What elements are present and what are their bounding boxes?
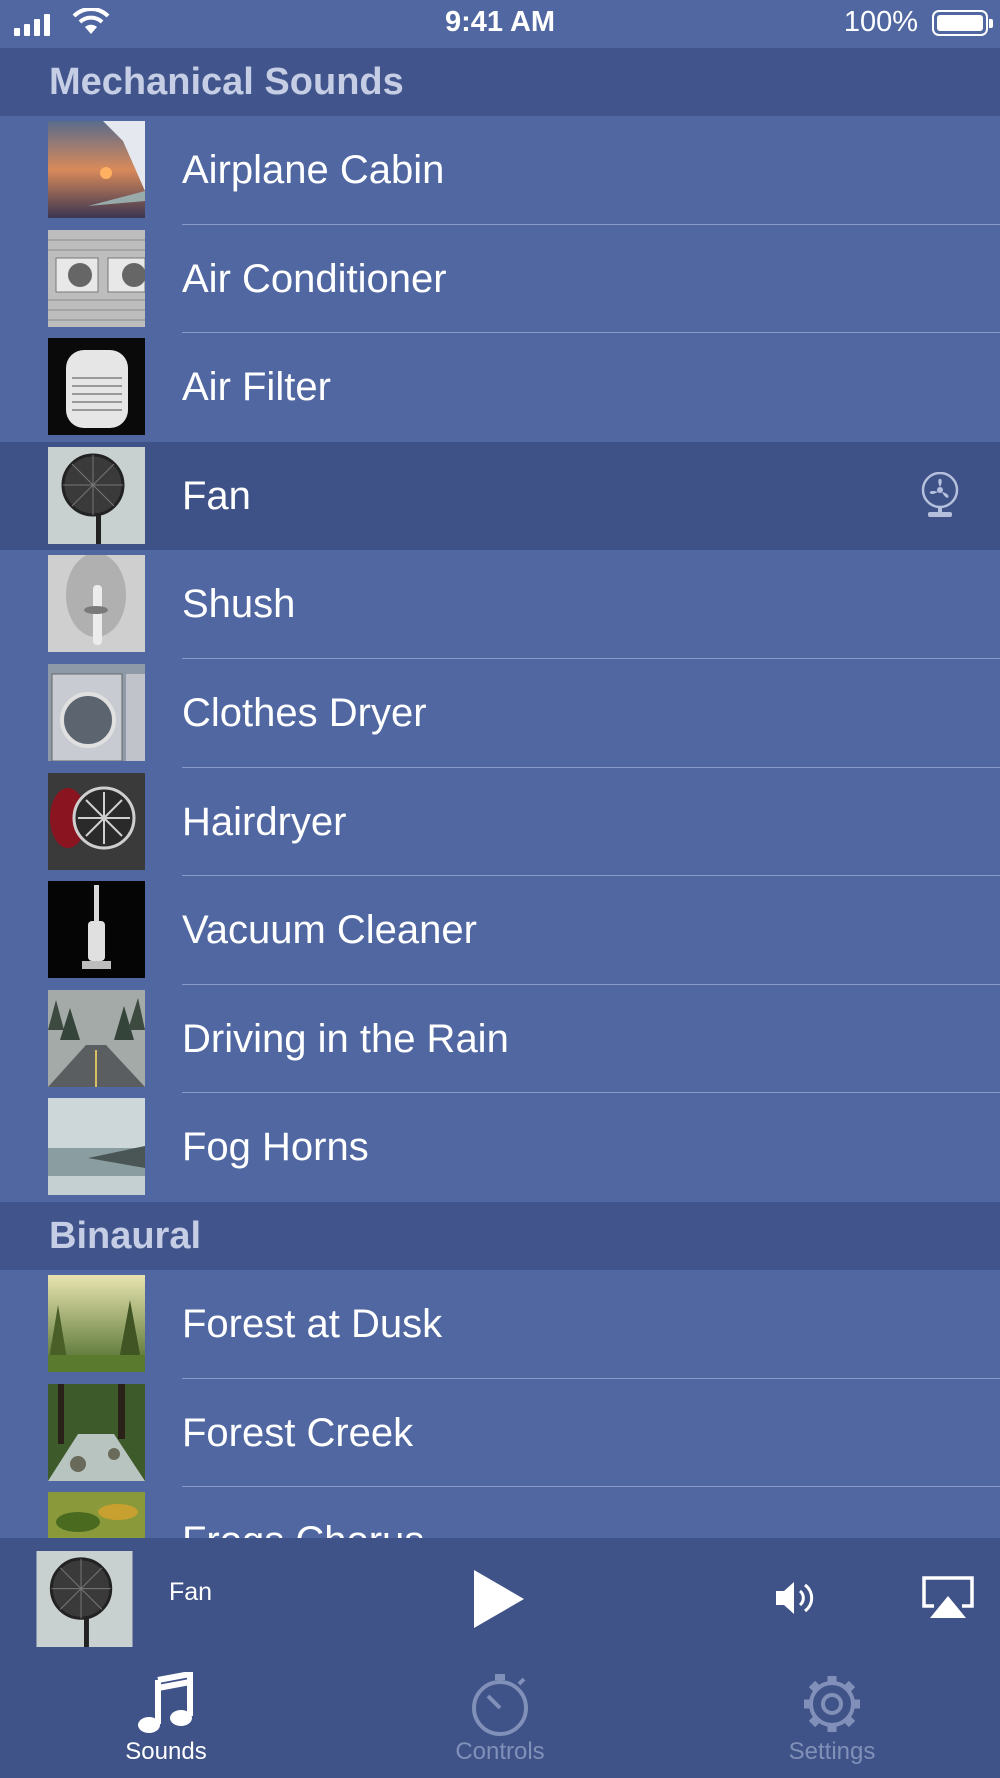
now-playing-title: Fan: [169, 1578, 213, 1606]
driving-in-rain-thumbnail: [48, 989, 145, 1087]
sound-row-vacuum-cleaner[interactable]: Vacuum Cleaner: [0, 876, 1000, 985]
vacuum-cleaner-thumbnail: [48, 881, 145, 979]
sound-label: Frogs Chorus: [182, 1487, 424, 1538]
sound-label: Driving in the Rain: [182, 1016, 509, 1061]
sound-row-frogs-chorus[interactable]: Frogs Chorus: [0, 1487, 1000, 1538]
gear-icon: [804, 1676, 860, 1732]
sound-row-air-filter[interactable]: Air Filter: [0, 333, 1000, 442]
fog-horns-thumbnail: [48, 1098, 145, 1196]
section-header-mechanical: Mechanical Sounds: [0, 48, 1000, 116]
sound-row-air-conditioner[interactable]: Air Conditioner: [0, 225, 1000, 334]
section-header-binaural: Binaural: [0, 1201, 1000, 1270]
fan-thumbnail: [48, 446, 145, 544]
music-note-icon: [138, 1672, 193, 1733]
forest-at-dusk-thumbnail: [48, 1274, 145, 1372]
sound-row-clothes-dryer[interactable]: Clothes Dryer: [0, 659, 1000, 768]
sound-row-driving-in-the-rain[interactable]: Driving in the Rain: [0, 985, 1000, 1094]
sound-label: Air Filter: [182, 365, 331, 410]
sound-row-shush[interactable]: Shush: [0, 550, 1000, 659]
sound-row-airplane-cabin[interactable]: Airplane Cabin: [0, 116, 1000, 225]
sound-label: Vacuum Cleaner: [182, 908, 477, 953]
sound-label: Hairdryer: [182, 799, 347, 844]
volume-button[interactable]: [774, 1578, 820, 1618]
play-button[interactable]: [470, 1568, 526, 1630]
battery-icon: [932, 10, 993, 36]
status-bar: 9:41 AM 100%: [0, 0, 1000, 48]
forest-creek-thumbnail: [48, 1383, 145, 1481]
clothes-dryer-thumbnail: [48, 663, 145, 761]
sound-label: Forest at Dusk: [182, 1301, 443, 1346]
sound-row-fog-horns[interactable]: Fog Horns: [0, 1093, 1000, 1202]
airplane-cabin-thumbnail: [48, 121, 145, 218]
tab-controls[interactable]: Controls: [400, 1658, 600, 1778]
now-playing-bar[interactable]: Fan: [0, 1538, 1000, 1658]
shush-thumbnail: [48, 555, 145, 653]
sound-label: Shush: [182, 582, 296, 627]
sound-row-fan[interactable]: Fan: [0, 441, 1000, 551]
sound-label: Air Conditioner: [182, 256, 447, 301]
tab-sounds[interactable]: Sounds: [66, 1658, 266, 1778]
sound-list[interactable]: Mechanical Sounds Airplane Cabin Air Con…: [0, 48, 1000, 1538]
tab-label: Sounds: [125, 1738, 207, 1765]
sound-label: Forest Creek: [182, 1410, 414, 1455]
sound-label: Clothes Dryer: [182, 690, 427, 735]
stopwatch-icon: [472, 1674, 528, 1736]
sound-row-hairdryer[interactable]: Hairdryer: [0, 768, 1000, 877]
air-filter-thumbnail: [48, 338, 145, 436]
frogs-chorus-thumbnail: [48, 1492, 145, 1538]
battery-percentage: 100%: [843, 6, 918, 38]
air-conditioner-thumbnail: [48, 229, 145, 327]
sound-row-forest-at-dusk[interactable]: Forest at Dusk: [0, 1270, 1000, 1379]
tab-label: Controls: [455, 1738, 545, 1765]
airplay-button[interactable]: [920, 1574, 976, 1622]
sound-label: Airplane Cabin: [182, 148, 445, 192]
sound-label: Fan: [182, 473, 251, 518]
tab-label: Settings: [788, 1738, 876, 1765]
fan-playing-icon: [921, 471, 959, 517]
tab-bar: Sounds Controls Settings: [0, 1658, 1000, 1778]
now-playing-thumbnail: [36, 1551, 133, 1647]
tab-settings[interactable]: Settings: [732, 1658, 932, 1778]
hairdryer-thumbnail: [48, 772, 145, 870]
sound-label: Fog Horns: [182, 1125, 369, 1170]
sound-row-forest-creek[interactable]: Forest Creek: [0, 1379, 1000, 1488]
